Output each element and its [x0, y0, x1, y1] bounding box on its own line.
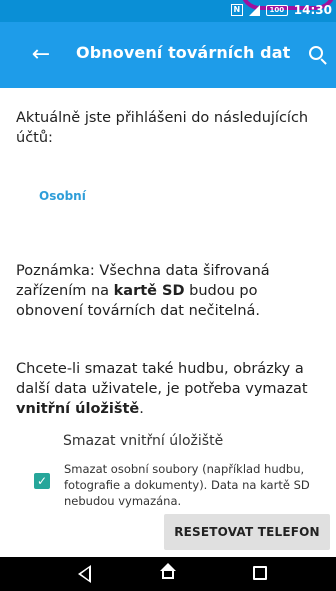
back-arrow-icon[interactable]: ← — [26, 40, 56, 70]
erase-storage-checkbox[interactable]: ✓ — [34, 473, 50, 489]
erase-text: Chcete-li smazat také hudbu, obrázky a d… — [16, 359, 326, 419]
account-item[interactable]: Osobní — [39, 189, 86, 203]
note-text: Poznámka: Všechna data šifrovaná zařízen… — [16, 261, 324, 321]
reset-phone-button[interactable]: RESETOVAT TELEFON — [164, 514, 330, 550]
status-time: 14:30 — [293, 3, 332, 17]
erase-prefix: Chcete-li smazat také hudbu, obrázky a d… — [16, 361, 308, 397]
status-bar: N 100 14:30 — [0, 0, 336, 22]
intro-text: Aktuálně jste přihlášeni do následujícíc… — [16, 110, 309, 146]
navigation-bar — [0, 557, 336, 591]
toolbar: ← Obnovení továrních dat — [0, 22, 336, 88]
section-label: Smazat vnitřní úložiště — [63, 433, 224, 449]
battery-icon: 100 — [265, 4, 288, 16]
erase-bold: vnitřní úložiště — [16, 401, 140, 417]
erase-suffix: . — [139, 401, 144, 417]
status-icons: N 100 14:30 — [230, 3, 332, 17]
nav-back-icon[interactable] — [78, 565, 91, 583]
search-icon[interactable] — [306, 43, 330, 67]
checkbox-description[interactable]: Smazat osobní soubory (například hudbu, … — [64, 461, 326, 509]
nfc-icon: N — [230, 4, 243, 16]
page-title: Obnovení továrních dat — [76, 43, 291, 62]
note-bold: kartě SD — [113, 283, 185, 299]
nav-recent-apps-icon[interactable] — [253, 566, 267, 580]
signal-icon — [248, 4, 260, 16]
nav-home-icon[interactable] — [160, 563, 176, 579]
